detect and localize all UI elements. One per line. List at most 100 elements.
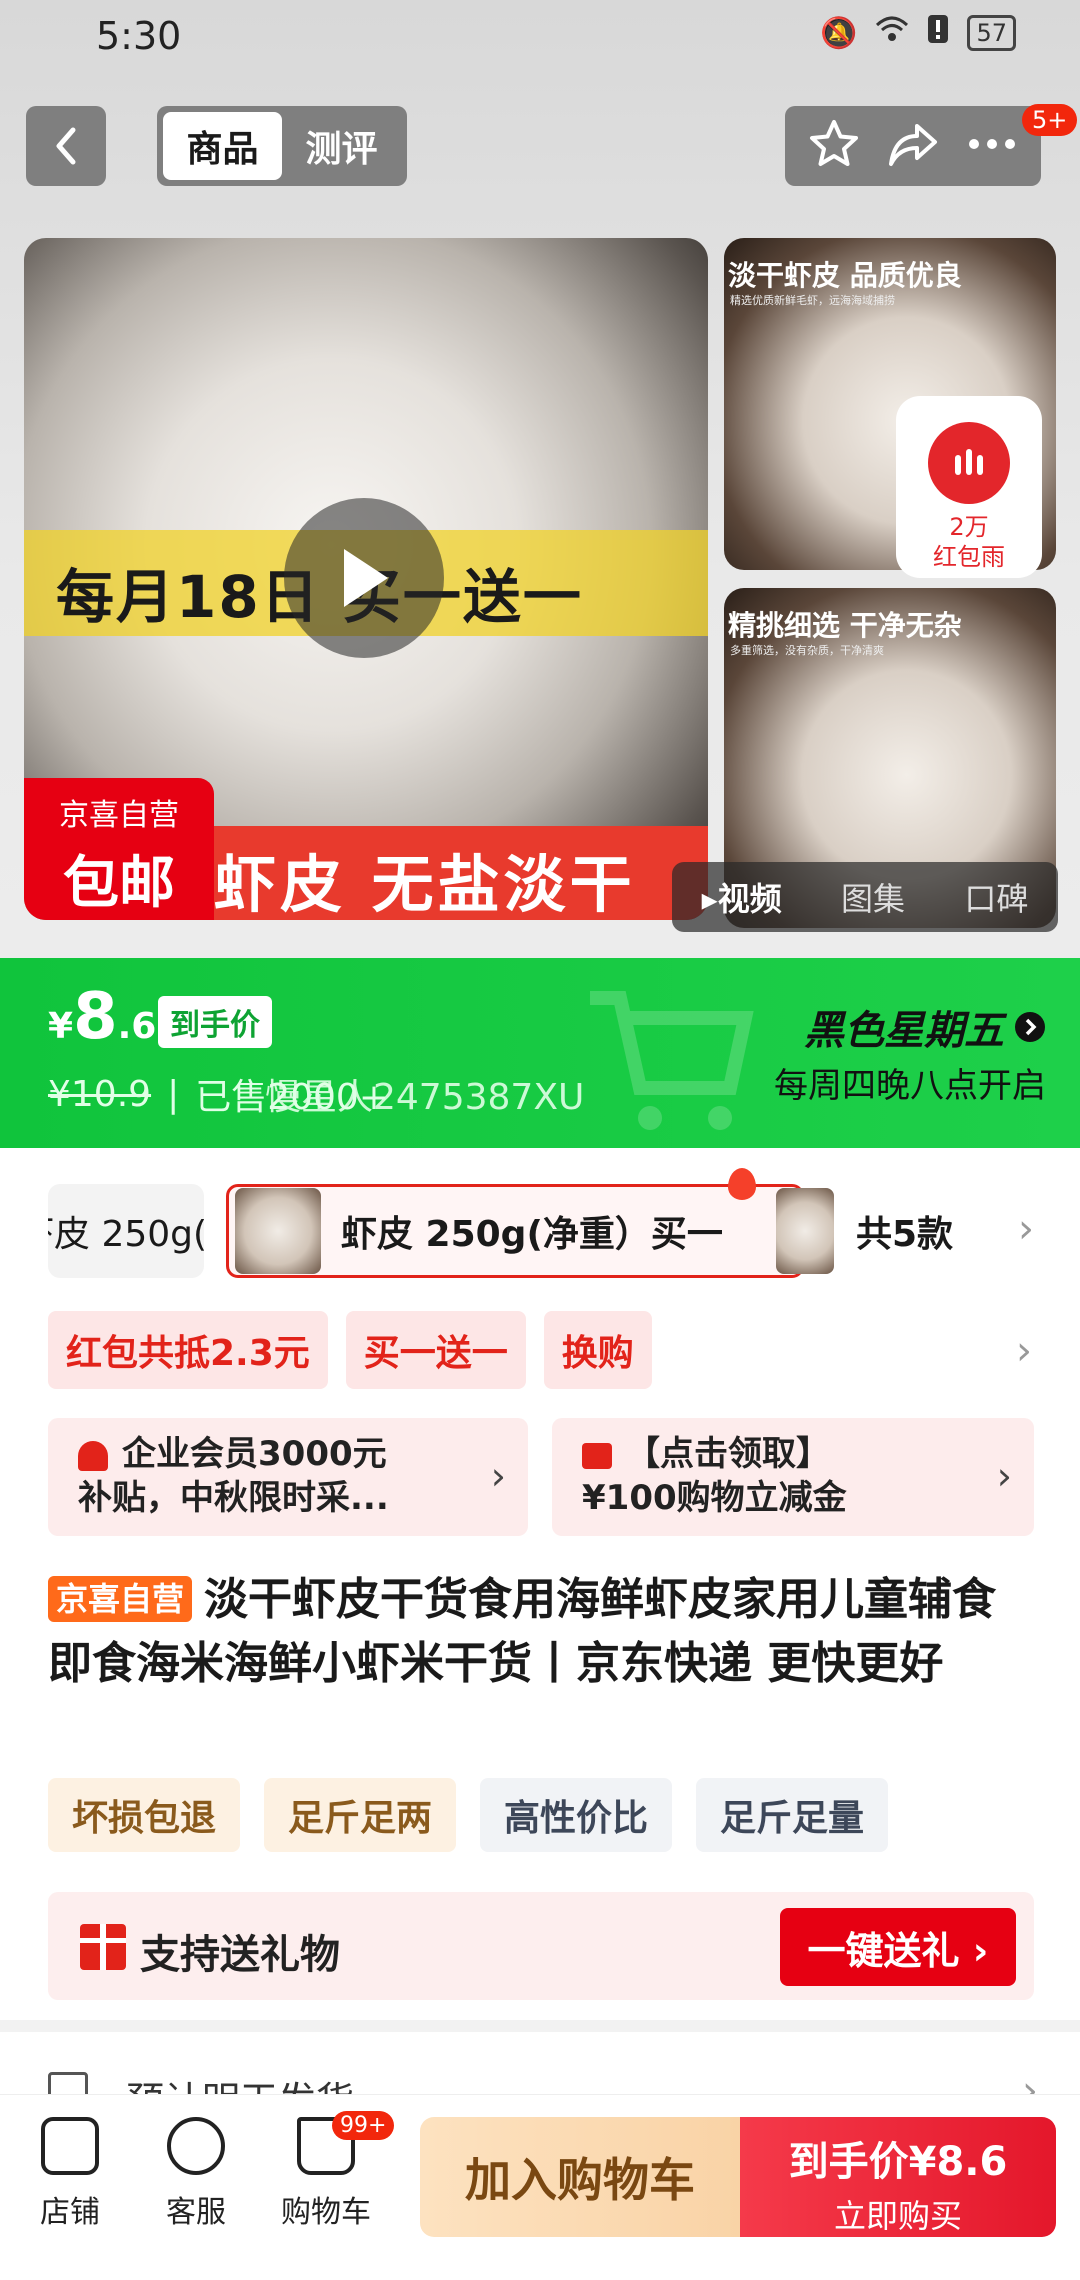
gift-section: 支持送礼物 一键送礼 › (48, 1892, 1034, 2000)
chevron-left-icon (56, 127, 76, 165)
service-smile-icon (167, 2117, 225, 2175)
gift-label: 支持送礼物 (140, 1932, 340, 1978)
status-icons: 🔕 57 (820, 14, 1016, 52)
cart-label: 购物车 (281, 2195, 371, 2230)
play-icon (344, 549, 388, 607)
sku-thumbnail-2 (776, 1188, 834, 1274)
red-packet-label: 红包雨 (933, 543, 1005, 571)
coupon-2-line1: 【点击领取】 (626, 1434, 830, 1474)
cart-button[interactable]: 99+ 购物车 (266, 2111, 395, 2231)
price-integer: 8 (73, 980, 118, 1054)
alert-icon (927, 14, 949, 52)
add-to-cart-button[interactable]: 加入购物车 (420, 2117, 740, 2237)
promotion-tags: 红包共抵2.3元 买一送一 换购 (48, 1310, 1048, 1390)
thumbnail-1-subtitle: 精选优质新鲜毛虾，远海海域捕捞 (730, 294, 895, 307)
feature-tag: 足斤足量 (696, 1778, 889, 1852)
chevron-right-icon: › (1018, 1206, 1034, 1252)
buy-now-button[interactable]: 到手价¥8.6 立即购买 (740, 2117, 1056, 2237)
black-friday-link[interactable]: 黑色星期五 (804, 998, 1046, 1056)
sku-all-options[interactable]: 共5款 › (772, 1184, 1042, 1278)
feature-tag: 坏损包退 (48, 1778, 241, 1852)
feature-tags: 坏损包退 足斤足两 高性价比 足斤足量 (48, 1778, 889, 1852)
sku-option-previous[interactable]: 虾皮 250g(净重) (48, 1184, 204, 1278)
media-tab-video[interactable]: ▸视频 (702, 874, 782, 920)
promo-buy-one-get-one[interactable]: 买一送一 (345, 1311, 526, 1389)
price-currency: ¥ (48, 1006, 74, 1047)
cart-badge: 99+ (332, 2111, 395, 2140)
page-tabs: 商品 测评 (157, 106, 407, 186)
mute-bell-icon: 🔕 (820, 15, 858, 51)
sku-selector: 虾皮 250g(净重) 虾皮 250g(净重）买一 共5款 › (48, 1168, 1048, 1292)
enterprise-member-coupon[interactable]: 企业会员3000元 补贴，中秋限时采... › (48, 1418, 528, 1536)
service-label: 客服 (166, 2195, 226, 2230)
price-band: ¥ 8 .6 到手价 ¥10.9 | 已售2000+ 慢星人2475387XU … (0, 958, 1080, 1148)
message-badge: 5+ (1022, 104, 1078, 136)
media-tab-reviews[interactable]: 口碑 (964, 874, 1028, 920)
divider: | (167, 1073, 180, 1115)
red-packet-count: 2万 (949, 513, 989, 541)
status-bar: 5:30 🔕 57 (0, 0, 1080, 80)
product-info: 虾皮 250g(净重) 虾皮 250g(净重）买一 共5款 › 红包共抵2.3元… (0, 1148, 1080, 2020)
gift-icon (80, 1924, 126, 1970)
back-button[interactable] (26, 106, 106, 186)
tab-review[interactable]: 测评 (282, 112, 401, 180)
arrow-circle-icon (1015, 1012, 1045, 1042)
star-favorite-icon[interactable] (808, 118, 860, 174)
media-tab-bar: ▸视频 图集 口碑 (672, 862, 1058, 932)
coupon-1-line2: 补贴，中秋限时采... (78, 1478, 389, 1518)
jingxi-badge: 京喜自营 包邮 (24, 778, 214, 920)
promotions-chevron-icon[interactable]: › (1016, 1328, 1032, 1374)
chevron-right-icon: › (996, 1454, 1012, 1498)
battery-indicator: 57 (967, 15, 1016, 51)
original-price: ¥10.9 (48, 1073, 152, 1115)
product-title: 京喜自营 淡干虾皮干货食用海鲜虾皮家用儿童辅食即食海米海鲜小虾米干货丨京东快递 更… (48, 1568, 1038, 1696)
title-jingxi-tag: 京喜自营 (48, 1576, 193, 1622)
status-time: 5:30 (96, 14, 182, 58)
customer-service-button[interactable]: 客服 (136, 2117, 256, 2231)
red-packet-rain-button[interactable]: 2万 红包雨 (896, 396, 1042, 578)
tab-product[interactable]: 商品 (163, 112, 282, 180)
thumbnail-2-title: 精挑细选 干净无杂 (728, 609, 962, 642)
jingxi-badge-line2: 包邮 (63, 851, 175, 916)
cart-watermark-icon (590, 991, 754, 1130)
card-icon (582, 1442, 612, 1469)
product-slogan: 虾皮 无盐淡干 (214, 848, 636, 920)
sku-option-selected[interactable]: 虾皮 250g(净重）买一 (226, 1184, 804, 1278)
sku-selected-label: 虾皮 250g(净重）买一 (341, 1214, 723, 1255)
store-button[interactable]: 店铺 (10, 2117, 130, 2231)
video-play-button[interactable] (284, 498, 444, 658)
user-icon (78, 1440, 108, 1471)
chevron-right-icon: › (490, 1454, 506, 1498)
store-icon (41, 2117, 99, 2175)
final-price-tag: 到手价 (158, 996, 272, 1048)
price-decimal: .6 (117, 1006, 157, 1047)
sku-count-label: 共5款 (856, 1214, 954, 1255)
share-icon[interactable] (887, 118, 939, 174)
more-options-icon[interactable] (966, 136, 1018, 156)
price-details: ¥10.9 | 已售2000+ 慢星人2475387XU (48, 1068, 584, 1120)
wifi-icon (875, 15, 909, 51)
red-packet-icon (928, 422, 1010, 504)
final-price: ¥ 8 .6 (48, 980, 156, 1054)
sku-previous-label: 虾皮 250g(净重) (48, 1214, 204, 1255)
send-gift-button[interactable]: 一键送礼 › (780, 1908, 1016, 1986)
promo-exchange[interactable]: 换购 (543, 1311, 652, 1389)
buy-now-price: 到手价¥8.6 (788, 2139, 1008, 2185)
main-product-image[interactable]: 每月18日 买一送一 虾皮 无盐淡干 京喜自营 包邮 (24, 238, 708, 920)
black-friday-subtitle: 每周四晚八点开启 (774, 1066, 1046, 1106)
media-tab-gallery[interactable]: 图集 (841, 874, 905, 920)
sku-thumbnail (235, 1188, 321, 1274)
bottom-action-bar: 店铺 客服 99+ 购物车 加入购物车 到手价¥8.6 立即购买 (0, 2094, 1080, 2280)
jingxi-badge-line1: 京喜自营 (59, 798, 179, 833)
coupon-1-line1: 企业会员3000元 (122, 1434, 387, 1474)
coupon-2-line2: ¥100购物立减金 (582, 1478, 847, 1518)
overlay-username: 慢星人2475387XU (265, 1077, 585, 1118)
promo-red-packet[interactable]: 红包共抵2.3元 (48, 1311, 328, 1389)
feature-tag: 足斤足两 (264, 1778, 457, 1852)
shopping-voucher-coupon[interactable]: 【点击领取】 ¥100购物立减金 › (552, 1418, 1034, 1536)
feature-tag: 高性价比 (480, 1778, 673, 1852)
header-actions (785, 106, 1041, 186)
store-label: 店铺 (40, 2195, 100, 2230)
black-friday-title: 黑色星期五 (804, 1008, 1004, 1054)
buy-now-label: 立即购买 (833, 2197, 962, 2235)
